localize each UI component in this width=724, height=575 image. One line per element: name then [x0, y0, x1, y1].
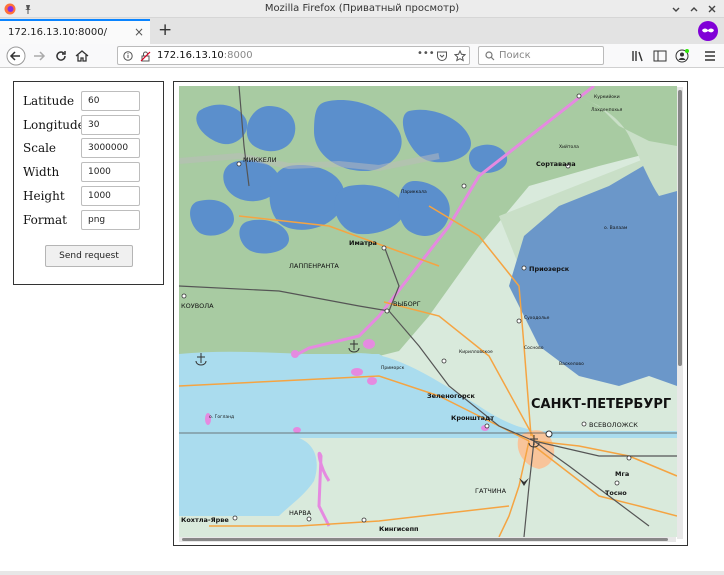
page-actions-button[interactable]: ••• — [417, 48, 435, 59]
map-container: МИККЕЛИ Иматра ЛАППЕНРАНТА КОУВОЛА ВЫБОР… — [173, 81, 688, 546]
map-label-valaam: о. Валаам — [604, 225, 627, 231]
map-label-gatchina: ГАТЧИНА — [475, 487, 507, 495]
map-image[interactable]: МИККЕЛИ Иматра ЛАППЕНРАНТА КОУВОЛА ВЫБОР… — [179, 86, 677, 537]
sea-strip — [179, 431, 677, 438]
close-icon[interactable] — [706, 3, 718, 15]
tab-close-button[interactable]: × — [134, 25, 144, 39]
latitude-label: Latitude — [23, 94, 75, 108]
latitude-input[interactable] — [81, 91, 140, 111]
scale-input[interactable] — [81, 138, 140, 158]
horizontal-scroll-thumb[interactable] — [182, 538, 668, 541]
map-label-kronshtadt: Кронштадт — [451, 414, 494, 422]
map-label-kirillovskoe: Кирилловское — [459, 349, 493, 355]
map-request-form: Latitude Longitude Scale Width Height Fo… — [13, 81, 164, 285]
map-label-vyborg: ВЫБОРГ — [393, 300, 421, 308]
map-label-kingisepp: Кингисепп — [379, 525, 419, 533]
search-icon — [485, 51, 495, 61]
format-input[interactable] — [81, 210, 140, 230]
map-label-narva: НАРВА — [289, 509, 312, 517]
minimize-icon[interactable] — [670, 3, 682, 15]
pocket-icon[interactable] — [436, 50, 448, 62]
map-label-mikkeli: МИККЕЛИ — [243, 156, 277, 164]
map-label-mga: Мга — [615, 470, 629, 478]
map-label-vaskelovo: Васкелово — [559, 361, 584, 367]
map-label-primorsk: Приморск — [381, 365, 405, 371]
search-placeholder: Поиск — [499, 50, 531, 61]
library-icon[interactable] — [630, 48, 646, 64]
window-bottom-edge — [0, 571, 724, 575]
map-label-priozersk: Приозерск — [529, 265, 570, 273]
map-label-vsevolozhsk: ВСЕВОЛОЖСК — [589, 421, 638, 429]
bookmark-star-icon[interactable] — [454, 50, 466, 62]
map-label-kouvola: КОУВОЛА — [181, 302, 214, 310]
window-titlebar: Mozilla Firefox (Приватный просмотр) — [0, 0, 724, 18]
spb-center-point — [545, 430, 553, 438]
map-label-khiitola: Хийтола — [559, 143, 579, 150]
map-label-parikkala: Париккала — [401, 189, 427, 195]
map-label-suhodolye: Суходолье — [524, 315, 550, 321]
url-bar[interactable]: 172.16.13.10:8000 ••• — [117, 46, 470, 65]
insecure-lock-icon[interactable] — [140, 51, 151, 62]
width-input[interactable] — [81, 162, 140, 182]
format-label: Format — [23, 213, 67, 227]
account-icon[interactable] — [674, 48, 690, 64]
map-label-spb: САНКТ-ПЕТЕРБУРГ — [531, 397, 671, 412]
forward-icon[interactable] — [31, 48, 47, 64]
reload-icon[interactable] — [53, 48, 69, 64]
map-label-gotland: о. Гогланд — [209, 414, 234, 420]
map-label-sortavala: Сортавала — [536, 160, 576, 168]
window-title: Mozilla Firefox (Приватный просмотр) — [264, 3, 460, 14]
search-bar[interactable]: Поиск — [478, 46, 604, 65]
sidebar-icon[interactable] — [652, 48, 668, 64]
map-label-lahdenpohja: Лахденпохья — [591, 107, 623, 113]
map-label-kohtla: Кохтла-Ярве — [181, 516, 229, 524]
tab-active[interactable]: 172.16.13.10:8000/ × — [0, 19, 150, 44]
tab-label: 172.16.13.10:8000/ — [8, 27, 107, 38]
map-label-imatra: Иматра — [349, 239, 377, 247]
vertical-scroll-thumb[interactable] — [678, 90, 682, 366]
height-label: Height — [23, 189, 65, 203]
map-label-sosnovo: Сосново — [524, 345, 544, 351]
home-icon[interactable] — [74, 48, 90, 64]
scale-label: Scale — [23, 141, 57, 155]
width-label: Width — [23, 165, 60, 179]
longitude-label: Longitude — [23, 118, 85, 132]
private-mask-icon — [698, 21, 718, 41]
map-label-tosno: Тосно — [605, 489, 627, 497]
url-host: 172.16.13.10 — [157, 50, 224, 61]
back-icon[interactable] — [6, 46, 26, 66]
maximize-icon[interactable] — [688, 3, 700, 15]
longitude-input[interactable] — [81, 115, 140, 135]
send-request-button[interactable]: Send request — [45, 245, 133, 267]
height-input[interactable] — [81, 186, 140, 206]
info-icon[interactable] — [123, 51, 133, 61]
url-text: 172.16.13.10:8000 — [157, 50, 253, 61]
map-label-zelenogorsk: Зеленогорск — [427, 392, 476, 400]
new-tab-button[interactable]: + — [158, 20, 172, 40]
map-label-lappeenranta: ЛАППЕНРАНТА — [289, 262, 339, 270]
map-label-kurkijoki: Куркийоки — [594, 93, 620, 100]
menu-icon[interactable] — [702, 48, 718, 64]
url-port: :8000 — [223, 50, 253, 61]
